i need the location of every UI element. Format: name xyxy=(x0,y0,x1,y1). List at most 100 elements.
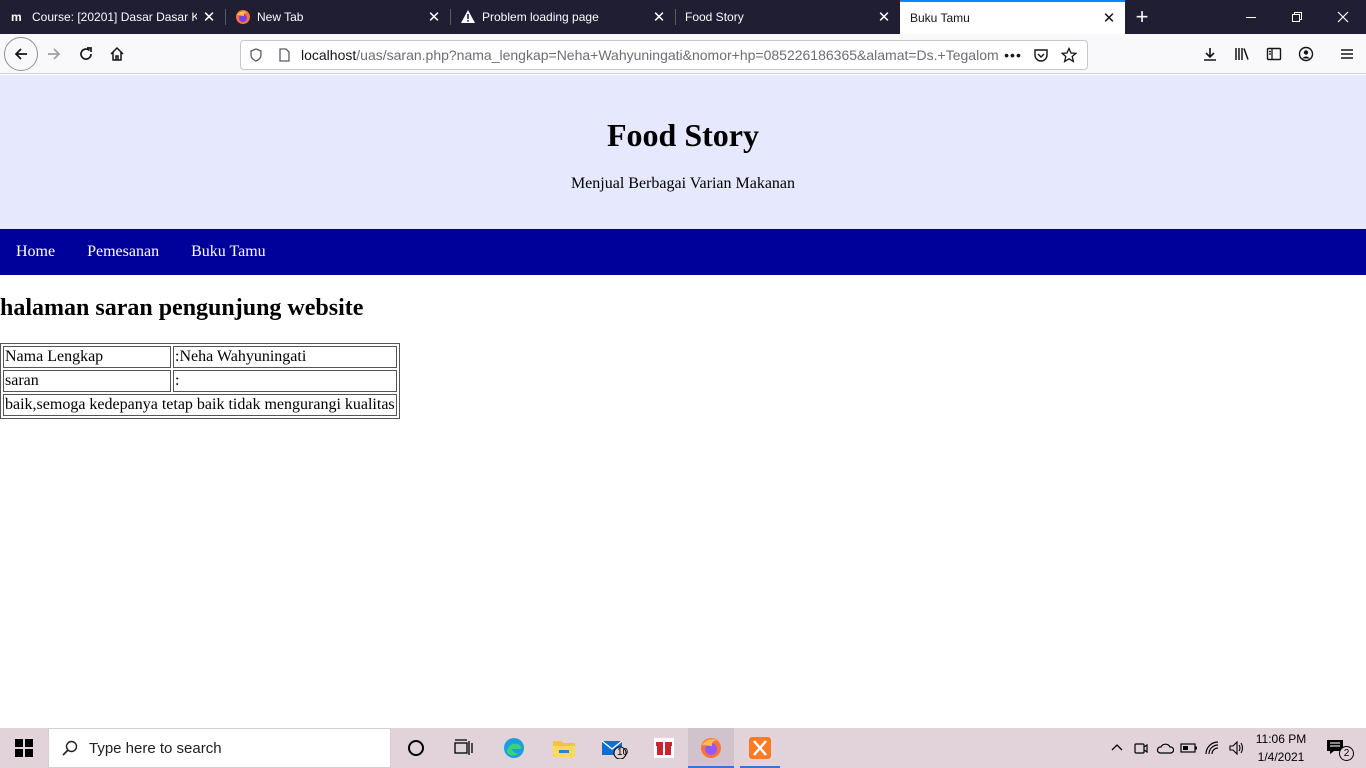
new-tab-button[interactable]: + xyxy=(1125,0,1159,34)
clock[interactable]: 11:06 PM 1/4/2021 xyxy=(1248,730,1314,766)
close-window-button[interactable] xyxy=(1320,0,1366,34)
saran-value: : xyxy=(173,370,397,392)
page-info-icon[interactable] xyxy=(273,44,295,66)
bookmark-star-icon[interactable] xyxy=(1055,44,1083,66)
close-icon xyxy=(1337,11,1349,23)
nav-link-pemesanan[interactable]: Pemesanan xyxy=(87,243,159,261)
download-icon xyxy=(1204,48,1216,61)
meet-now-button[interactable] xyxy=(1130,728,1152,768)
edge-icon xyxy=(504,738,524,758)
account-icon xyxy=(1298,46,1314,62)
folder-icon xyxy=(553,741,575,757)
tab-title: New Tab xyxy=(257,10,304,24)
tab-buku-tamu[interactable]: Buku Tamu ✕ xyxy=(900,0,1125,34)
nav-link-home[interactable]: Home xyxy=(16,243,55,261)
xampp-taskbar-button[interactable] xyxy=(740,728,780,768)
page-actions-icon[interactable]: ••• xyxy=(999,44,1027,66)
url-host: localhost xyxy=(301,47,357,63)
name-value: :Neha Wahyuningati xyxy=(173,346,397,368)
home-icon xyxy=(110,46,124,61)
xampp-icon xyxy=(749,737,771,759)
tab-food-story[interactable]: Food Story ✕ xyxy=(675,0,900,34)
battery-button[interactable] xyxy=(1178,728,1200,768)
tab-title: Course: [20201] Dasar Dasar Komputer xyxy=(32,10,197,24)
onedrive-button[interactable] xyxy=(1154,728,1176,768)
mail-button[interactable]: 10 xyxy=(594,728,634,768)
name-label: Nama Lengkap xyxy=(3,346,171,368)
browser-tab-strip: m Course: [20201] Dasar Dasar Komputer ✕… xyxy=(0,0,1366,34)
url-text[interactable]: localhost/uas/saran.php?nama_lengkap=Neh… xyxy=(295,47,999,63)
close-tab-icon[interactable]: ✕ xyxy=(647,5,671,29)
page-heading: halaman saran pengunjung website xyxy=(0,295,364,321)
site-title: Food Story xyxy=(607,117,759,153)
forward-arrow-icon xyxy=(48,48,61,60)
speaker-icon xyxy=(1229,741,1244,755)
file-explorer-button[interactable] xyxy=(544,728,584,768)
site-nav: Home Pemesanan Buku Tamu xyxy=(0,229,1366,275)
tab-title: Food Story xyxy=(685,10,744,24)
table-row: Nama Lengkap :Neha Wahyuningati xyxy=(3,346,397,368)
clock-date: 1/4/2021 xyxy=(1257,750,1305,764)
action-center-button[interactable]: 2 xyxy=(1318,728,1354,768)
cortana-button[interactable] xyxy=(396,728,436,768)
moodle-icon: m xyxy=(10,9,26,25)
pocket-icon[interactable] xyxy=(1027,44,1055,66)
close-tab-icon[interactable]: ✕ xyxy=(872,5,896,29)
reload-button[interactable] xyxy=(70,38,102,70)
restore-button[interactable] xyxy=(1274,0,1320,34)
library-button[interactable] xyxy=(1226,38,1258,70)
svg-text:m: m xyxy=(11,10,22,24)
close-tab-icon[interactable]: ✕ xyxy=(1097,6,1121,30)
sidebar-icon xyxy=(1266,47,1282,61)
account-button[interactable] xyxy=(1290,38,1322,70)
forward-button[interactable] xyxy=(38,38,70,70)
navigation-toolbar: localhost/uas/saran.php?nama_lengkap=Neh… xyxy=(0,34,1366,74)
edge-button[interactable] xyxy=(494,728,534,768)
restore-icon xyxy=(1292,12,1302,22)
start-button[interactable] xyxy=(0,728,48,768)
menu-button[interactable] xyxy=(1331,38,1363,70)
tab-title: Problem loading page xyxy=(482,10,599,24)
windows-icon xyxy=(15,739,33,757)
network-button[interactable] xyxy=(1202,728,1224,768)
saran-label: saran xyxy=(3,370,171,392)
firefox-icon xyxy=(701,738,721,758)
hamburger-menu-icon xyxy=(1341,49,1353,59)
gift-icon xyxy=(654,738,674,758)
site-header: Food Story Menjual Berbagai Varian Makan… xyxy=(0,75,1366,229)
minimize-icon xyxy=(1246,17,1256,18)
shield-icon[interactable] xyxy=(245,44,267,66)
url-bar[interactable]: localhost/uas/saran.php?nama_lengkap=Neh… xyxy=(240,40,1088,70)
chevron-up-icon xyxy=(1111,744,1123,751)
show-hidden-icons-button[interactable] xyxy=(1106,728,1128,768)
volume-button[interactable] xyxy=(1226,728,1248,768)
taskbar-search-box[interactable]: Type here to search xyxy=(48,728,391,768)
nav-link-buku-tamu[interactable]: Buku Tamu xyxy=(191,243,266,261)
firefox-taskbar-button[interactable] xyxy=(688,728,734,768)
home-button[interactable] xyxy=(101,38,133,70)
reload-icon xyxy=(80,47,92,60)
table-row: baik,semoga kedepanya tetap baik tidak m… xyxy=(3,394,397,416)
downloads-button[interactable] xyxy=(1194,38,1226,70)
search-icon xyxy=(62,740,78,756)
taskbar: Type here to search 10 11:06 PM 1/4/2021… xyxy=(0,728,1366,768)
wifi-icon xyxy=(1205,741,1219,755)
minimize-button[interactable] xyxy=(1228,0,1274,34)
back-button[interactable] xyxy=(4,37,38,71)
firefox-icon xyxy=(235,9,251,25)
web-page: Food Story Menjual Berbagai Varian Makan… xyxy=(0,75,1366,728)
back-arrow-icon xyxy=(14,48,27,60)
url-path: /uas/saran.php?nama_lengkap=Neha+Wahyuni… xyxy=(356,47,999,63)
gift-app-button[interactable] xyxy=(644,728,684,768)
battery-icon xyxy=(1180,743,1197,753)
sidebar-button[interactable] xyxy=(1258,38,1290,70)
task-view-button[interactable] xyxy=(444,728,484,768)
tab-course[interactable]: m Course: [20201] Dasar Dasar Komputer ✕ xyxy=(0,0,225,34)
guestbook-table: Nama Lengkap :Neha Wahyuningati saran : … xyxy=(0,343,400,419)
saran-text: baik,semoga kedepanya tetap baik tidak m… xyxy=(3,394,397,416)
close-tab-icon[interactable]: ✕ xyxy=(422,5,446,29)
task-view-icon xyxy=(454,739,473,755)
close-tab-icon[interactable]: ✕ xyxy=(197,5,221,29)
tab-new-tab[interactable]: New Tab ✕ xyxy=(225,0,450,34)
tab-problem-loading[interactable]: Problem loading page ✕ xyxy=(450,0,675,34)
